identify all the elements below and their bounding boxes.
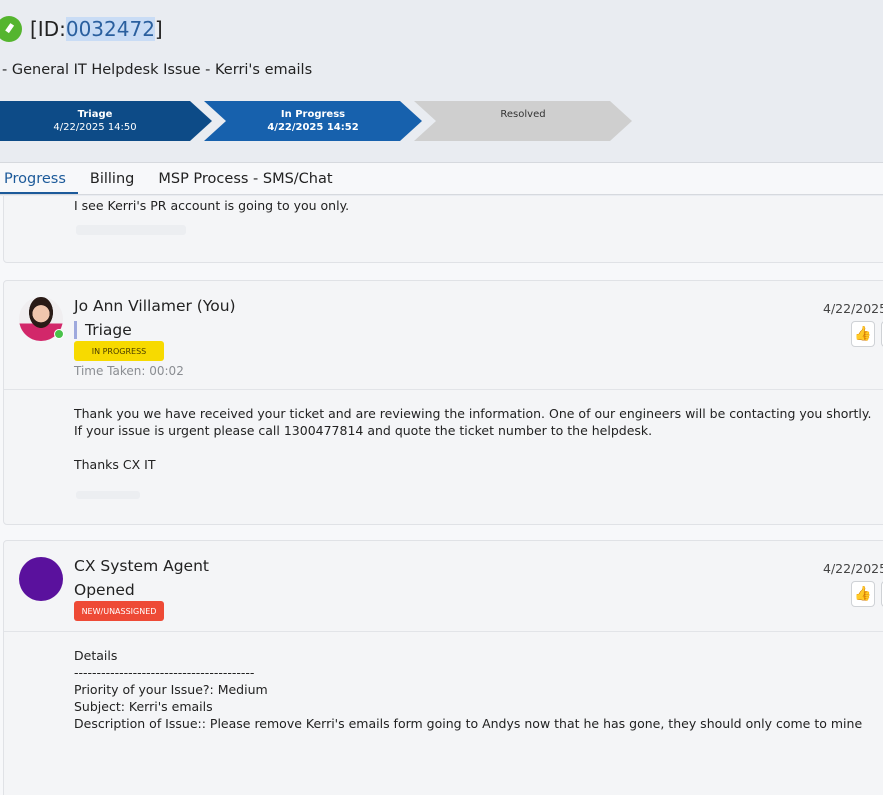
stage-time: 4/22/2025 14:52 bbox=[267, 122, 359, 133]
stage-time: 4/22/2025 14:50 bbox=[53, 122, 137, 133]
ticket-title-row: [ID:0032472] bbox=[0, 16, 163, 42]
stage-name: Triage bbox=[77, 109, 113, 120]
stage-name: Resolved bbox=[500, 109, 546, 120]
ticket-id-number[interactable]: 0032472 bbox=[65, 17, 155, 41]
stage-name: In Progress bbox=[280, 109, 346, 120]
post-author: CX System Agent bbox=[74, 557, 209, 575]
divider bbox=[4, 631, 883, 632]
stage-in-progress[interactable]: In Progress 4/22/2025 14:52 bbox=[204, 101, 422, 141]
stage-triage[interactable]: Triage 4/22/2025 14:50 bbox=[0, 101, 212, 141]
stage-resolved[interactable]: Resolved bbox=[414, 101, 632, 141]
ticket-id-suffix: ] bbox=[154, 17, 163, 41]
tab-msp-process[interactable]: MSP Process - SMS/Chat bbox=[146, 163, 344, 194]
ticket-id-prefix: [ID: bbox=[30, 17, 66, 41]
feed-post: Jo Ann Villamer (You) Triage IN PROGRESS… bbox=[3, 280, 883, 525]
post-timestamp: 4/22/2025 1 bbox=[823, 301, 883, 316]
online-status-icon bbox=[54, 329, 64, 339]
time-taken: Time Taken: 00:02 bbox=[74, 364, 184, 378]
post-message: Thank you we have received your ticket a… bbox=[74, 406, 872, 472]
ticket-subtitle: - General IT Helpdesk Issue - Kerri's em… bbox=[2, 62, 313, 78]
activity-feed[interactable]: I see Kerri's PR account is going to you… bbox=[0, 196, 883, 795]
feed-post-partial: I see Kerri's PR account is going to you… bbox=[3, 196, 883, 263]
thumbs-up-icon[interactable]: 👍 bbox=[851, 581, 875, 607]
post-timestamp: 4/22/2025 1 bbox=[823, 561, 883, 576]
stage-progress-bar: Triage 4/22/2025 14:50 In Progress 4/22/… bbox=[0, 101, 640, 141]
avatar bbox=[19, 557, 63, 601]
faded-text bbox=[76, 225, 186, 235]
post-message: I see Kerri's PR account is going to you… bbox=[74, 198, 350, 213]
tab-billing[interactable]: Billing bbox=[78, 163, 146, 194]
check-ticket-icon bbox=[0, 16, 22, 42]
faded-text bbox=[76, 491, 140, 499]
post-message: Details --------------------------------… bbox=[74, 648, 863, 731]
status-badge: NEW/UNASSIGNED bbox=[74, 601, 164, 621]
thumbs-up-icon[interactable]: 👍 bbox=[851, 321, 875, 347]
feed-post: CX System Agent Opened NEW/UNASSIGNED 4/… bbox=[3, 540, 883, 795]
ticket-tabs: Progress Billing MSP Process - SMS/Chat bbox=[0, 162, 883, 195]
ticket-id: [ID:0032472] bbox=[30, 17, 163, 41]
divider bbox=[4, 389, 883, 390]
status-badge: IN PROGRESS bbox=[74, 341, 164, 361]
tab-progress[interactable]: Progress bbox=[0, 163, 78, 194]
post-stage: Triage bbox=[74, 321, 132, 339]
post-author: Jo Ann Villamer (You) bbox=[74, 297, 236, 315]
post-stage: Opened bbox=[74, 581, 135, 599]
ticket-header: [ID:0032472] - General IT Helpdesk Issue… bbox=[0, 0, 883, 162]
